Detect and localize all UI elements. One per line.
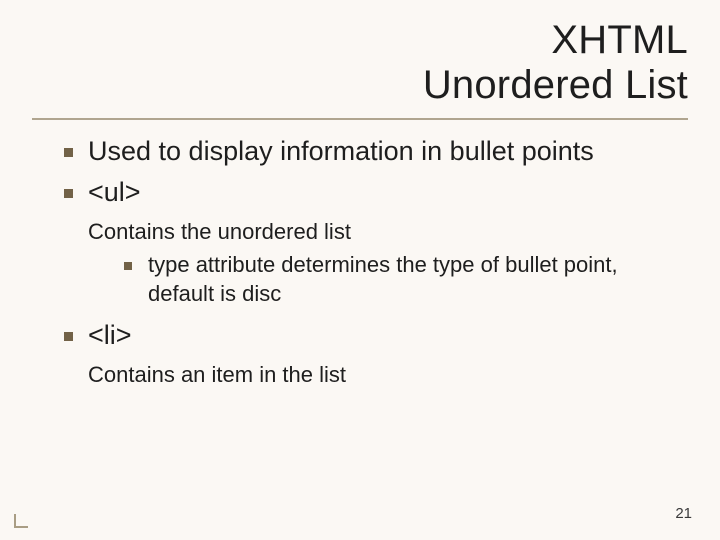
bullet-text: <li>	[88, 318, 680, 354]
sub-text: Contains an item in the list	[40, 360, 680, 389]
nested-bullet-item: type attribute determines the type of bu…	[40, 250, 680, 308]
square-bullet-icon	[64, 189, 73, 198]
corner-ornament-icon	[14, 514, 28, 528]
nested-bullet-text: type attribute determines the type of bu…	[148, 250, 680, 308]
square-bullet-icon	[64, 148, 73, 157]
bullet-item: Used to display information in bullet po…	[40, 134, 680, 170]
slide: XHTML Unordered List Used to display inf…	[0, 0, 720, 540]
square-bullet-icon	[124, 262, 132, 270]
title-divider	[32, 118, 688, 120]
slide-body: Used to display information in bullet po…	[32, 134, 688, 389]
title-line-1: XHTML	[551, 18, 688, 62]
page-number: 21	[675, 505, 692, 522]
title-line-2: Unordered List	[423, 63, 688, 107]
sub-text: Contains the unordered list	[40, 217, 680, 246]
bullet-text: Used to display information in bullet po…	[88, 134, 680, 170]
bullet-text: <ul>	[88, 175, 680, 211]
bullet-item: <ul>	[40, 175, 680, 211]
slide-title: XHTML Unordered List	[32, 18, 688, 108]
bullet-item: <li>	[40, 318, 680, 354]
square-bullet-icon	[64, 332, 73, 341]
